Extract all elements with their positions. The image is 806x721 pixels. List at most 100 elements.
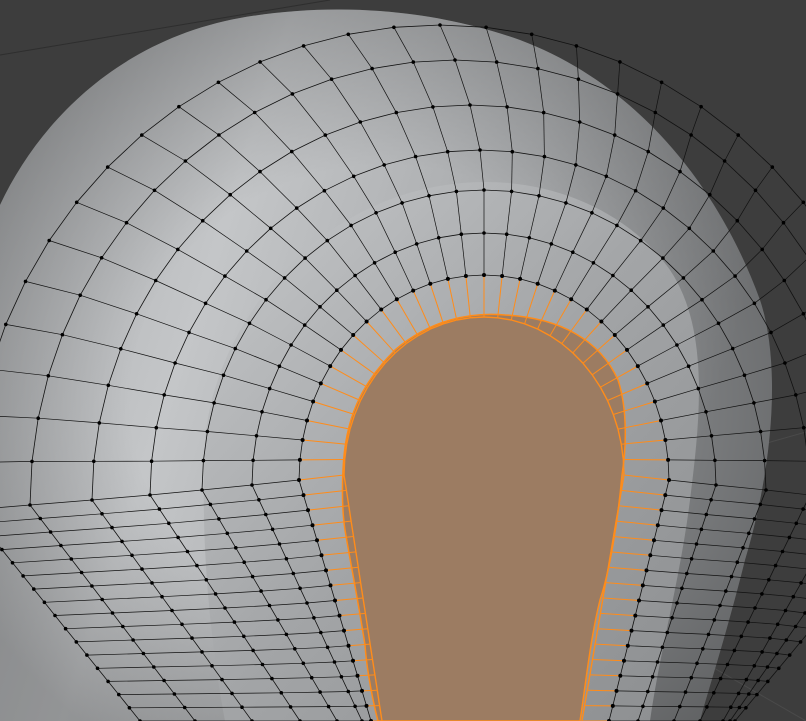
- mesh-edge: [770, 313, 804, 333]
- vertex: [615, 223, 619, 228]
- mesh-edge: [754, 607, 786, 611]
- vertex: [333, 598, 337, 603]
- mesh-edge: [761, 593, 794, 598]
- vertex: [240, 705, 244, 709]
- vertex: [762, 458, 767, 463]
- vertex: [704, 512, 709, 517]
- vertex: [364, 703, 369, 708]
- mesh-scene[interactable]: [0, 0, 806, 721]
- vertex: [718, 676, 723, 681]
- mesh-edge: [754, 665, 768, 668]
- mesh-edge: [713, 678, 721, 693]
- vertex: [291, 571, 296, 576]
- vertex: [722, 159, 727, 163]
- vertex: [652, 399, 657, 404]
- vertex: [177, 104, 181, 109]
- mesh-edge: [720, 678, 747, 680]
- vertex: [527, 236, 532, 240]
- vertex: [611, 273, 615, 278]
- vertex: [328, 583, 333, 588]
- vertex: [100, 597, 104, 602]
- vertex: [752, 401, 756, 405]
- vertex: [329, 77, 334, 81]
- vertex: [681, 276, 686, 280]
- vertex: [160, 594, 164, 599]
- vertex: [180, 622, 184, 627]
- vertex: [760, 592, 764, 596]
- vertex: [509, 189, 514, 194]
- mesh-edge: [777, 623, 796, 627]
- vertex: [629, 288, 633, 293]
- vertex: [712, 618, 717, 622]
- mesh-edge: [700, 106, 739, 136]
- vertex: [59, 543, 63, 548]
- vertex: [659, 508, 664, 513]
- mesh-edge: [736, 220, 763, 250]
- mesh-edge: [727, 650, 735, 665]
- mesh-edge: [576, 45, 621, 63]
- 3d-viewport[interactable]: [0, 0, 806, 721]
- vertex: [134, 312, 139, 316]
- vertex: [659, 80, 664, 85]
- vertex: [289, 343, 293, 347]
- mesh-edge: [617, 61, 621, 94]
- vertex: [711, 249, 716, 253]
- vertex: [293, 647, 297, 651]
- mesh-edge: [785, 610, 806, 614]
- vertex: [735, 218, 740, 223]
- mesh-edge: [768, 565, 776, 580]
- mesh-edge: [782, 551, 806, 555]
- mesh-edge: [661, 81, 702, 108]
- mesh-edge: [757, 666, 768, 681]
- vertex: [127, 706, 132, 710]
- vertex: [661, 206, 666, 210]
- vertex: [454, 189, 459, 194]
- vertex: [689, 557, 694, 561]
- vertex: [699, 104, 703, 109]
- mesh-edge: [767, 653, 778, 668]
- mesh-edge: [765, 489, 806, 495]
- vertex: [640, 583, 645, 588]
- vertex: [38, 516, 43, 521]
- vertex: [324, 568, 328, 573]
- vertex: [577, 120, 582, 124]
- vertex: [355, 673, 360, 678]
- mesh-edge: [767, 668, 780, 682]
- vertex: [318, 305, 322, 309]
- vertex: [100, 512, 104, 516]
- vertex: [699, 527, 704, 532]
- vertex: [140, 133, 144, 137]
- vertex: [339, 675, 344, 679]
- vertex: [660, 645, 665, 650]
- vertex: [484, 25, 488, 30]
- vertex: [42, 600, 47, 605]
- vertex: [801, 425, 806, 430]
- vertex: [536, 66, 540, 71]
- vertex: [250, 483, 254, 487]
- vertex: [482, 231, 486, 235]
- vertex: [445, 276, 450, 281]
- vertex: [574, 163, 578, 167]
- vertex: [729, 574, 734, 579]
- vertex: [190, 636, 194, 640]
- vertex: [463, 274, 468, 278]
- vertex: [670, 616, 674, 620]
- vertex: [706, 632, 711, 637]
- vertex: [267, 386, 272, 391]
- vertex: [360, 688, 364, 693]
- vertex: [468, 103, 472, 107]
- vertex: [760, 247, 764, 252]
- vertex: [301, 44, 306, 48]
- mesh-edge: [742, 547, 783, 552]
- vertex: [200, 650, 204, 654]
- vertex: [74, 640, 79, 644]
- mesh-edge: [795, 394, 805, 428]
- vertex: [254, 434, 259, 438]
- vertex: [736, 691, 741, 696]
- vertex: [124, 220, 129, 225]
- vertex: [328, 364, 333, 369]
- vertex: [756, 678, 760, 683]
- vertex: [760, 650, 764, 654]
- mesh-edge: [724, 134, 739, 162]
- vertex: [564, 201, 568, 205]
